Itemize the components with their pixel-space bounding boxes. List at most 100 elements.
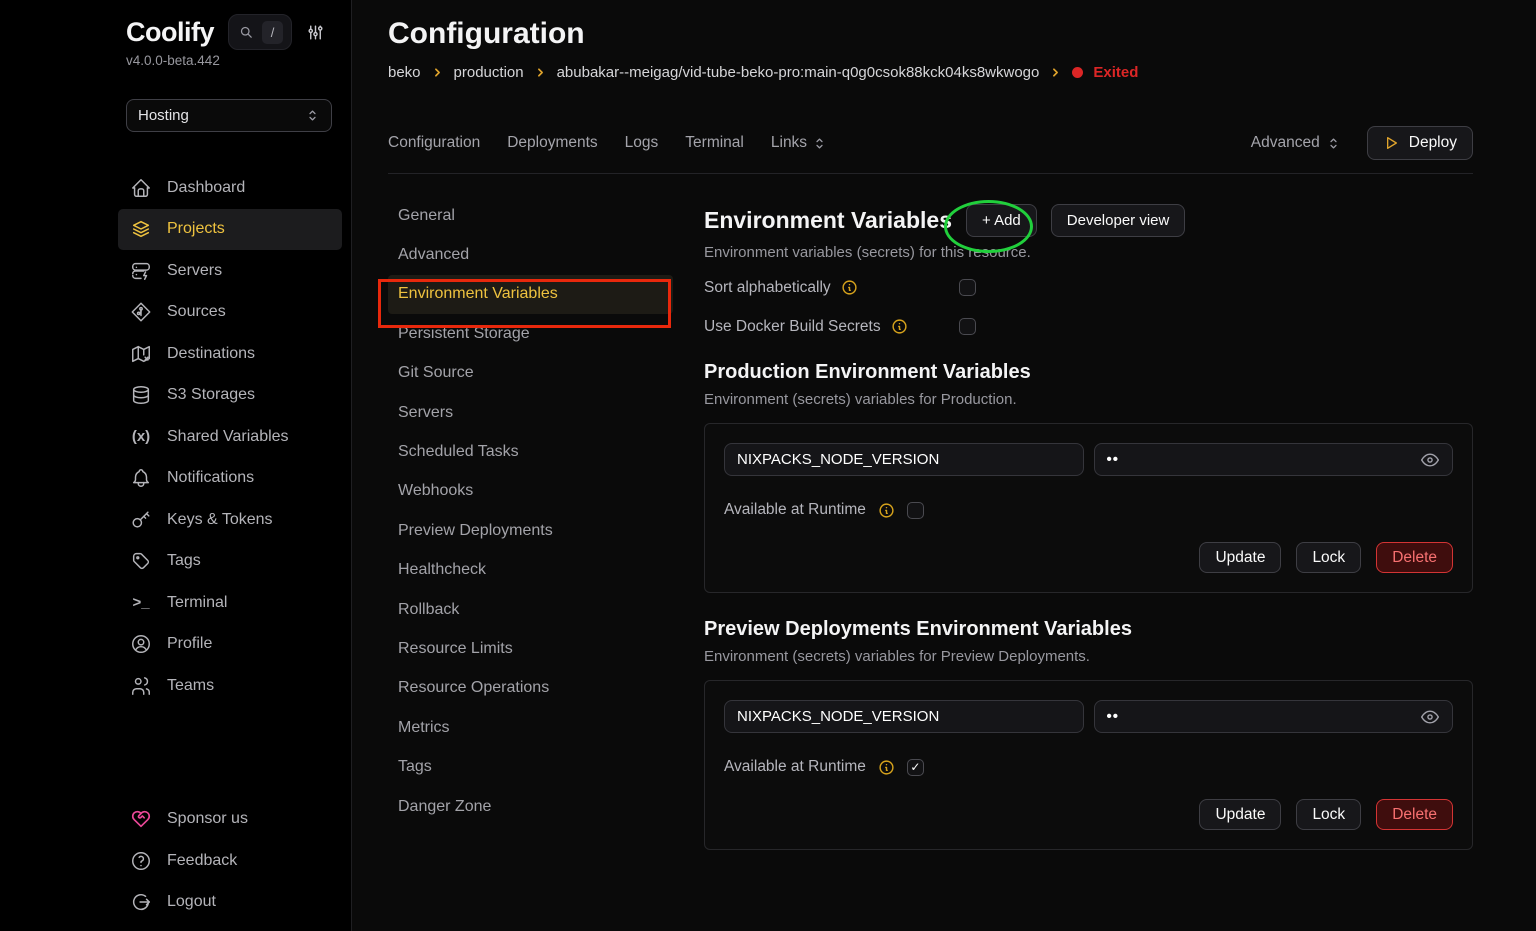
tab-logs[interactable]: Logs (625, 134, 659, 152)
breadcrumb: beko production abubakar--meigag/vid-tub… (388, 64, 1473, 81)
docker-build-secrets-checkbox[interactable] (959, 318, 976, 335)
breadcrumb-environment[interactable]: production (454, 64, 524, 81)
sidebar: Coolify / v4.0.0-beta.442 Hosting Dashbo… (0, 0, 352, 931)
terminal-icon: >_ (130, 594, 152, 611)
env-value-field[interactable]: •• (1094, 700, 1454, 733)
subnav-git-source[interactable]: Git Source (388, 354, 673, 393)
sidebar-item-projects[interactable]: Projects (118, 209, 342, 251)
subnav-scheduled-tasks[interactable]: Scheduled Tasks (388, 432, 673, 471)
divider (388, 173, 1473, 174)
chevron-right-icon (534, 66, 547, 79)
subnav-environment-variables[interactable]: Environment Variables (388, 275, 673, 314)
environment-variables-panel: Environment Variables + Add Developer vi… (704, 196, 1473, 931)
sidebar-item-feedback[interactable]: Feedback (118, 840, 342, 882)
env-var-card-production: •• Available at Runtime Update Lock Dele… (704, 423, 1473, 593)
lock-button[interactable]: Lock (1296, 799, 1361, 830)
sidebar-item-label: Teams (167, 677, 214, 695)
subnav-advanced[interactable]: Advanced (388, 235, 673, 274)
sidebar-item-keys-tokens[interactable]: Keys & Tokens (118, 499, 342, 541)
advanced-dropdown-label: Advanced (1251, 134, 1320, 152)
chevron-right-icon (431, 66, 444, 79)
help-circle-icon (130, 850, 152, 872)
subnav-rollback[interactable]: Rollback (388, 590, 673, 629)
breadcrumb-resource[interactable]: abubakar--meigag/vid-tube-beko-pro:main-… (557, 64, 1040, 81)
add-button[interactable]: + Add (966, 204, 1037, 237)
available-at-runtime-label: Available at Runtime (724, 758, 866, 776)
available-at-runtime-label: Available at Runtime (724, 501, 866, 519)
info-icon[interactable] (841, 279, 858, 296)
subnav-webhooks[interactable]: Webhooks (388, 472, 673, 511)
sidebar-item-label: Terminal (167, 594, 227, 612)
subnav-general[interactable]: General (388, 196, 673, 235)
search-button[interactable]: / (228, 14, 292, 50)
breadcrumb-project[interactable]: beko (388, 64, 421, 81)
database-icon (130, 384, 152, 406)
docker-build-secrets-label: Use Docker Build Secrets (704, 318, 881, 336)
team-select[interactable]: Hosting (126, 99, 332, 132)
delete-button[interactable]: Delete (1376, 542, 1453, 573)
subnav-metrics[interactable]: Metrics (388, 708, 673, 747)
sidebar-item-dashboard[interactable]: Dashboard (118, 167, 342, 209)
eye-icon[interactable] (1420, 707, 1440, 727)
info-icon[interactable] (878, 759, 895, 776)
subnav-resource-operations[interactable]: Resource Operations (388, 669, 673, 708)
sidebar-item-servers[interactable]: Servers (118, 250, 342, 292)
variable-icon: (x) (130, 428, 152, 445)
settings-subnav: General Advanced Environment Variables P… (388, 196, 673, 931)
env-key-input[interactable] (724, 700, 1084, 733)
heart-handshake-icon (130, 808, 152, 830)
info-icon[interactable] (878, 502, 895, 519)
main-content: Configuration beko production abubakar--… (352, 0, 1536, 931)
subnav-preview-deployments[interactable]: Preview Deployments (388, 511, 673, 550)
subnav-resource-limits[interactable]: Resource Limits (388, 629, 673, 668)
env-value-field[interactable]: •• (1094, 443, 1454, 476)
tabs-actions: Advanced Deploy (1251, 126, 1473, 160)
sidebar-item-sources[interactable]: Sources (118, 292, 342, 334)
developer-view-button[interactable]: Developer view (1051, 204, 1186, 237)
server-icon (130, 260, 152, 282)
sidebar-item-label: Sponsor us (167, 810, 248, 828)
sidebar-item-label: Profile (167, 635, 212, 653)
env-value-masked: •• (1107, 451, 1120, 468)
subnav-servers[interactable]: Servers (388, 393, 673, 432)
sidebar-item-profile[interactable]: Profile (118, 624, 342, 666)
sidebar-item-s3-storages[interactable]: S3 Storages (118, 375, 342, 417)
tab-links[interactable]: Links (771, 134, 827, 152)
sidebar-item-notifications[interactable]: Notifications (118, 458, 342, 500)
sort-alphabetically-label: Sort alphabetically (704, 279, 831, 297)
subnav-danger-zone[interactable]: Danger Zone (388, 787, 673, 826)
key-icon (130, 509, 152, 531)
settings-sliders-icon[interactable] (306, 23, 325, 42)
selector-icon (305, 108, 320, 123)
sidebar-item-label: Dashboard (167, 179, 245, 197)
advanced-dropdown[interactable]: Advanced (1251, 134, 1341, 152)
sidebar-item-terminal[interactable]: >_ Terminal (118, 582, 342, 624)
update-button[interactable]: Update (1199, 799, 1281, 830)
delete-button[interactable]: Delete (1376, 799, 1453, 830)
lock-button[interactable]: Lock (1296, 542, 1361, 573)
sidebar-item-shared-variables[interactable]: (x) Shared Variables (118, 416, 342, 458)
available-at-runtime-checkbox[interactable] (907, 502, 924, 519)
sidebar-item-logout[interactable]: Logout (118, 882, 342, 924)
sidebar-item-label: Tags (167, 552, 201, 570)
sort-alphabetically-checkbox[interactable] (959, 279, 976, 296)
sidebar-item-destinations[interactable]: Destinations (118, 333, 342, 375)
subnav-tags[interactable]: Tags (388, 747, 673, 786)
page-title: Configuration (388, 16, 1473, 52)
available-at-runtime-checkbox[interactable] (907, 759, 924, 776)
eye-icon[interactable] (1420, 450, 1440, 470)
env-var-card-preview: •• Available at Runtime Update Lock Dele… (704, 680, 1473, 850)
update-button[interactable]: Update (1199, 542, 1281, 573)
tab-deployments[interactable]: Deployments (507, 134, 597, 152)
sidebar-item-tags[interactable]: Tags (118, 541, 342, 583)
deploy-button[interactable]: Deploy (1367, 126, 1473, 160)
tab-terminal[interactable]: Terminal (685, 134, 744, 152)
env-value-masked: •• (1107, 708, 1120, 725)
tab-configuration[interactable]: Configuration (388, 134, 480, 152)
sidebar-item-teams[interactable]: Teams (118, 665, 342, 707)
info-icon[interactable] (891, 318, 908, 335)
env-key-input[interactable] (724, 443, 1084, 476)
subnav-healthcheck[interactable]: Healthcheck (388, 551, 673, 590)
sidebar-item-sponsor-us[interactable]: Sponsor us (118, 799, 342, 841)
subnav-persistent-storage[interactable]: Persistent Storage (388, 314, 673, 353)
